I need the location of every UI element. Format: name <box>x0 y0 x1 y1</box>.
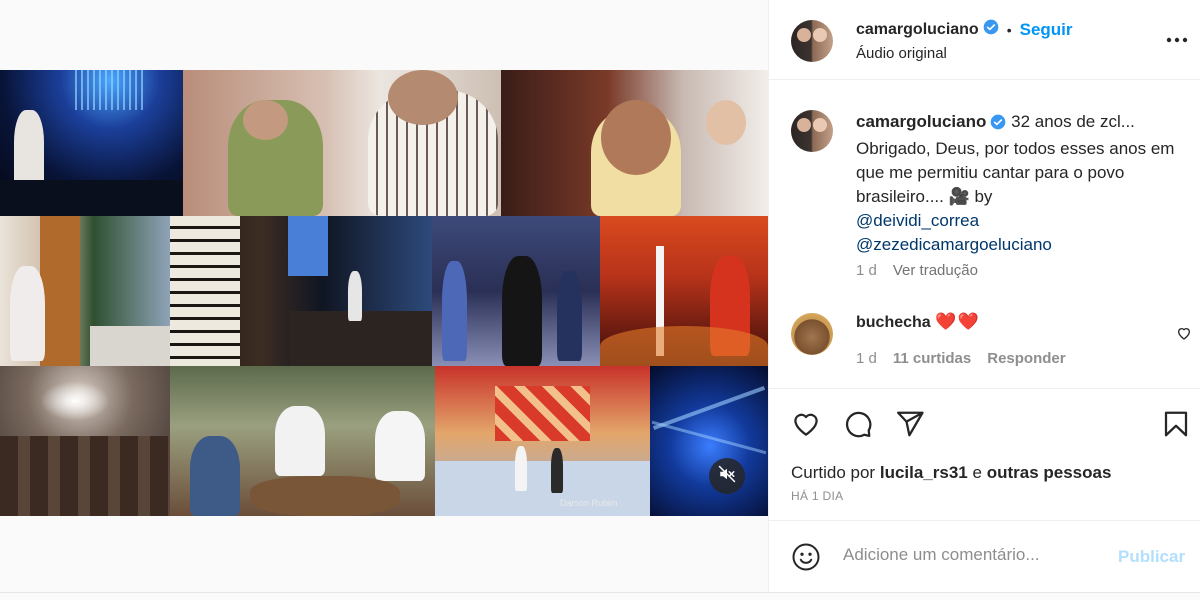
video-tile-crowd-church <box>0 366 170 516</box>
like-button[interactable] <box>791 409 821 444</box>
liked-by-joiner: e <box>972 463 982 482</box>
video-tile-singer-mic <box>501 70 768 216</box>
liked-by-user[interactable]: lucila_rs31 <box>880 463 968 482</box>
video-tile-blue-lights <box>650 366 768 516</box>
reply-button[interactable]: Responder <box>987 350 1065 367</box>
author-username[interactable]: camargoluciano <box>856 21 979 39</box>
comment-bar: Publicar <box>769 520 1200 592</box>
more-options-button[interactable] <box>1164 30 1194 50</box>
comment-meta: 1 d 11 curtidas Responder <box>856 350 1066 367</box>
caption-username[interactable]: camargoluciano <box>856 112 986 131</box>
post-header: camargoluciano • Seguir Áudio original <box>769 0 1200 80</box>
post-timestamp[interactable]: HÁ 1 DIA <box>791 489 843 503</box>
share-button[interactable] <box>895 409 925 444</box>
video-tile-breakfast-show <box>170 366 435 516</box>
follow-button[interactable]: Seguir <box>1020 20 1073 40</box>
emoji-button[interactable] <box>791 542 821 577</box>
caption-meta: 1 d Ver tradução <box>856 262 978 279</box>
liked-by-others[interactable]: outras pessoas <box>987 463 1112 482</box>
post-media-area: Darson Rubim <box>0 0 768 592</box>
post-side-panel: camargoluciano • Seguir Áudio original c… <box>768 0 1200 592</box>
comment-input[interactable] <box>843 545 1103 565</box>
mention-link[interactable]: @deividi_correa <box>856 211 979 230</box>
comment-likes[interactable]: 11 curtidas <box>893 350 971 367</box>
bookmark-icon <box>1161 411 1191 443</box>
video-tile-red-stage <box>600 216 768 366</box>
save-button[interactable] <box>1161 409 1191 444</box>
comment-time: 1 d <box>856 350 877 367</box>
liked-by: Curtido por lucila_rs31 e outras pessoas <box>791 463 1111 483</box>
verified-badge-icon <box>990 113 1006 137</box>
commenter-avatar[interactable] <box>791 313 833 355</box>
video-tile-stage-set: Darson Rubim <box>435 366 650 516</box>
author-avatar[interactable] <box>791 20 833 62</box>
comment-icon <box>843 411 873 443</box>
translate-link[interactable]: Ver tradução <box>893 262 978 279</box>
emoji-icon <box>791 543 821 576</box>
separator-dot: • <box>1006 21 1012 38</box>
video-watermark: Darson Rubim <box>560 498 618 508</box>
video-collage[interactable]: Darson Rubim <box>0 70 768 516</box>
audio-link[interactable]: Áudio original <box>856 45 947 62</box>
liked-by-prefix: Curtido por <box>791 463 876 482</box>
caption-time: 1 d <box>856 262 877 279</box>
video-tile-tv-show <box>183 70 501 216</box>
caption-first-line: 32 anos de zcl... <box>1011 112 1135 131</box>
heart-icon <box>791 413 821 443</box>
video-tile-stage-blue <box>0 70 183 216</box>
more-options-icon <box>1164 37 1190 54</box>
comment-item: buchecha ❤️❤️ <box>856 312 980 332</box>
caption-text: camargoluciano 32 anos de zcl... Obrigad… <box>856 110 1186 257</box>
caption: camargoluciano 32 anos de zcl... Obrigad… <box>856 110 1186 257</box>
verified-badge-icon <box>983 19 999 40</box>
video-tile-accordion-stage <box>170 216 432 366</box>
mute-button[interactable] <box>709 458 745 494</box>
caption-body: Obrigado, Deus, por todos esses anos em … <box>856 139 1175 206</box>
share-icon <box>895 411 925 443</box>
mention-link[interactable]: @zezedicamargoeluciano <box>856 235 1052 254</box>
comment-button[interactable] <box>843 409 873 444</box>
comment-text: ❤️❤️ <box>935 312 980 331</box>
video-tile-dancers <box>432 216 600 366</box>
page-bottom-divider <box>0 592 1200 600</box>
commenter-username[interactable]: buchecha <box>856 314 931 331</box>
speaker-muted-icon <box>718 465 736 488</box>
heart-icon <box>1176 328 1192 345</box>
header-title-row: camargoluciano • Seguir <box>856 19 1073 40</box>
comment-like-button[interactable] <box>1176 325 1192 346</box>
video-tile-woman-balcony <box>0 216 170 366</box>
caption-avatar[interactable] <box>791 110 833 152</box>
publish-button[interactable]: Publicar <box>1118 547 1185 567</box>
